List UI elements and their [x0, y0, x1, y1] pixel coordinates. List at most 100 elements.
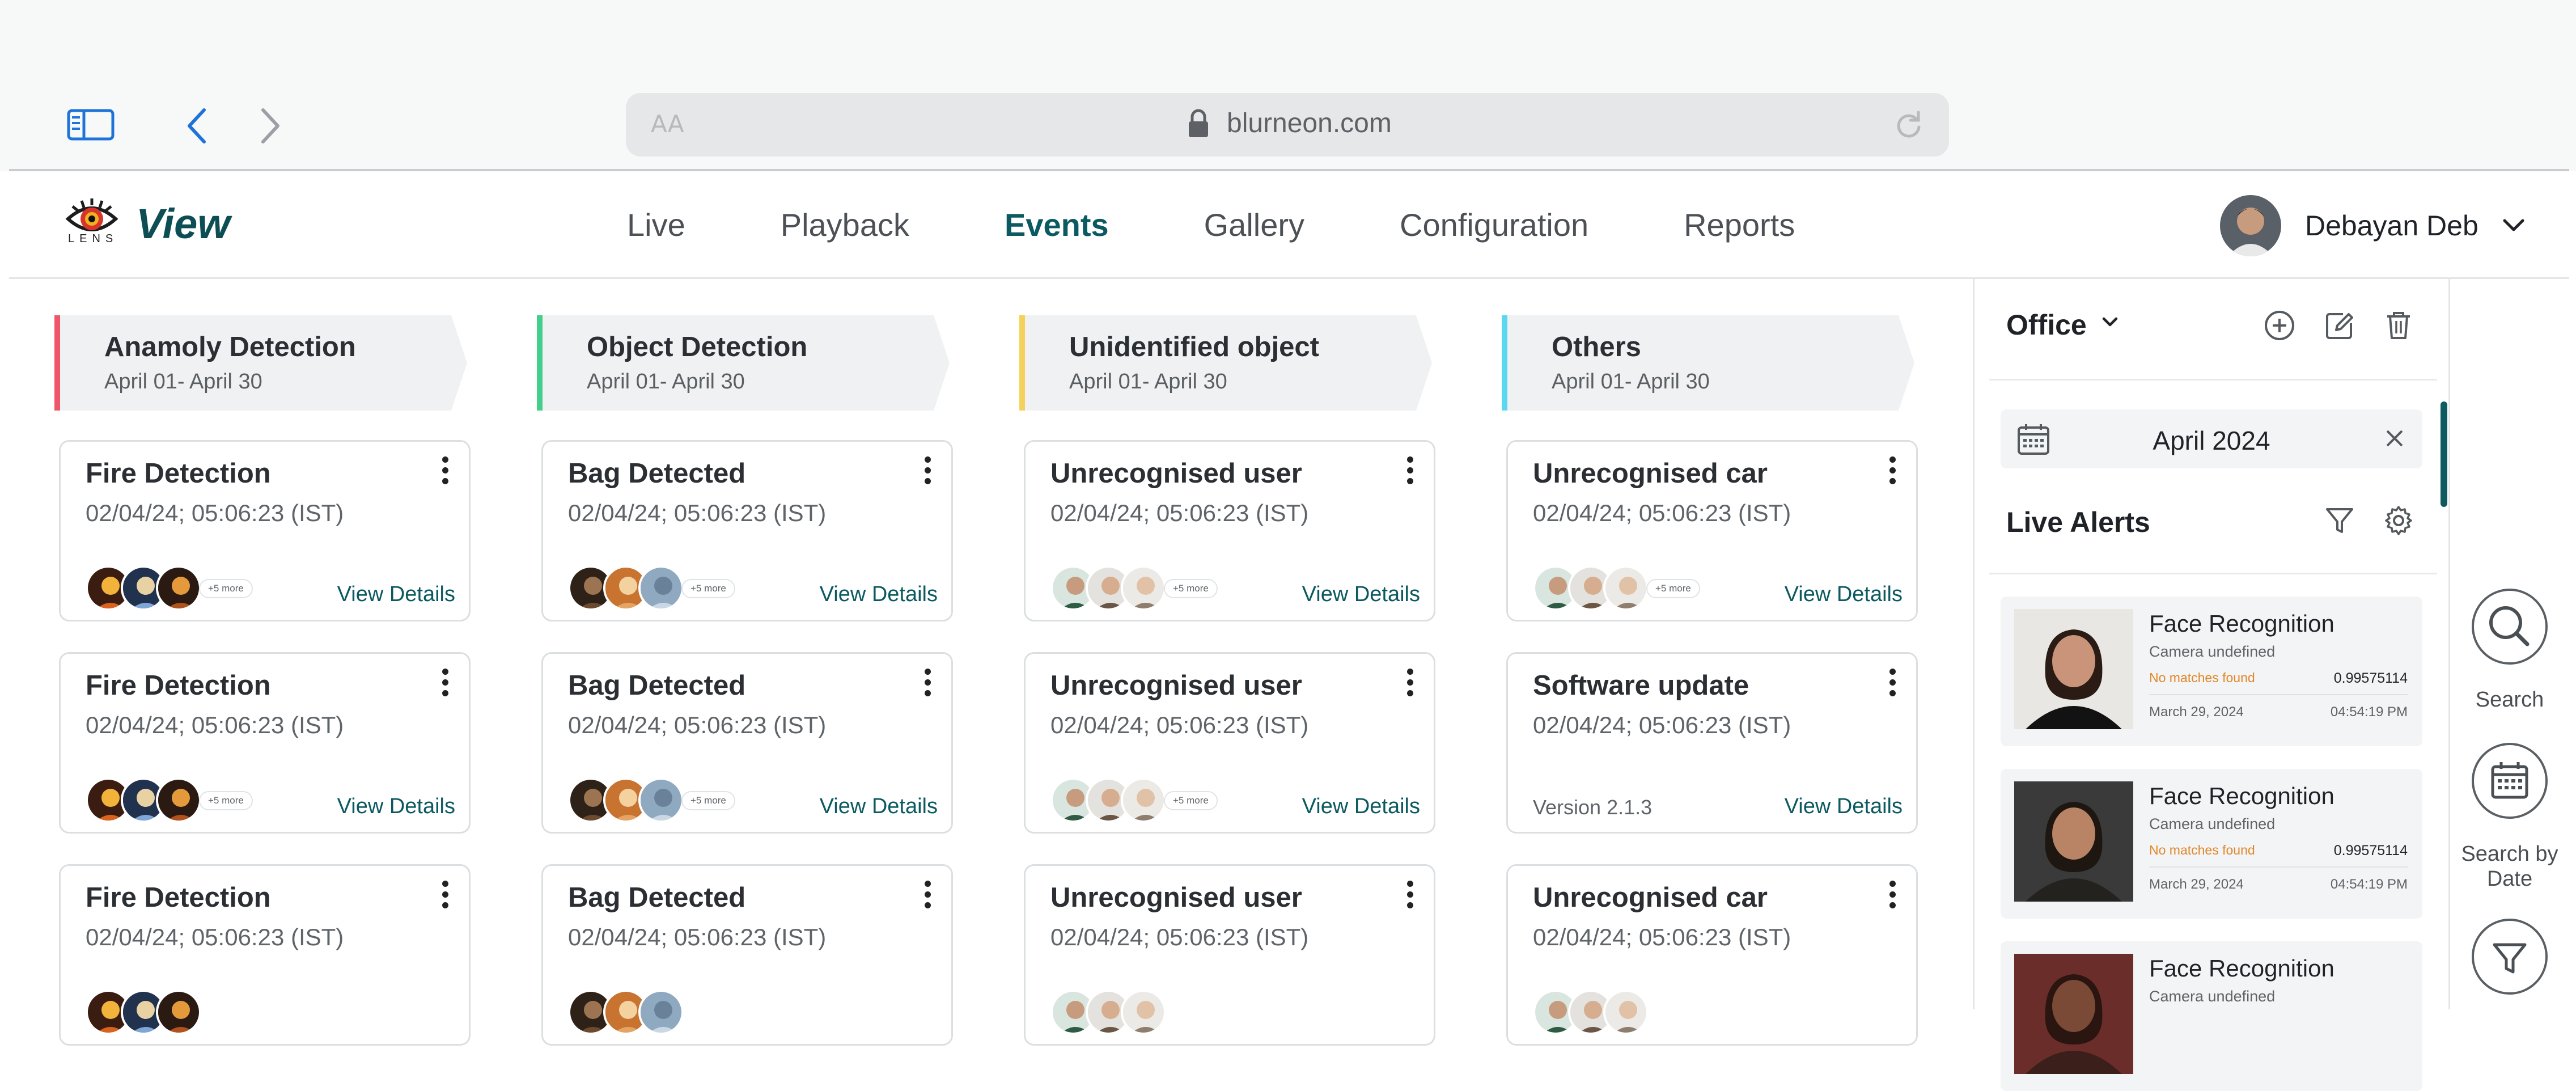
more-options-icon[interactable] — [1887, 881, 1898, 915]
filter-icon — [2493, 943, 2527, 974]
close-icon[interactable] — [2384, 428, 2405, 449]
filter-button[interactable] — [2472, 919, 2548, 995]
forward-icon[interactable] — [259, 108, 281, 144]
event-card[interactable]: Fire Detection 02/04/24; 05:06:23 (IST) … — [59, 440, 471, 621]
column-date-range: April 01- April 30 — [1552, 370, 1710, 394]
event-card[interactable]: Unrecognised user 02/04/24; 05:06:23 (IS… — [1024, 652, 1435, 834]
location-select[interactable]: Office — [2006, 308, 2087, 341]
more-options-icon[interactable] — [1887, 456, 1898, 490]
more-options-icon[interactable] — [922, 881, 933, 915]
event-card[interactable]: Bag Detected 02/04/24; 05:06:23 (IST) — [541, 864, 953, 1046]
view-details-link[interactable]: View Details — [1302, 794, 1420, 819]
more-options-icon[interactable] — [1404, 881, 1416, 915]
event-card[interactable]: Fire Detection 02/04/24; 05:06:23 (IST) — [59, 864, 471, 1046]
column-date-range: April 01- April 30 — [587, 370, 745, 394]
search-by-date-button[interactable] — [2472, 743, 2548, 819]
search-label: Search — [2475, 688, 2544, 712]
reload-icon[interactable] — [1895, 110, 1923, 139]
more-options-icon[interactable] — [1887, 669, 1898, 703]
event-thumbnail[interactable] — [1603, 565, 1649, 611]
view-details-link[interactable]: View Details — [820, 794, 938, 819]
event-card[interactable]: Fire Detection 02/04/24; 05:06:23 (IST) … — [59, 652, 471, 834]
more-options-icon[interactable] — [922, 669, 933, 703]
search-button[interactable] — [2472, 589, 2548, 665]
user-name[interactable]: Debayan Deb — [2305, 209, 2478, 242]
nav-playback[interactable]: Playback — [781, 206, 909, 243]
nav-live[interactable]: Live — [627, 206, 685, 243]
alert-card[interactable]: Face Recognition Camera undefined No mat… — [2001, 769, 2422, 919]
more-count-badge[interactable]: +5 more — [681, 791, 735, 810]
more-options-icon[interactable] — [439, 881, 451, 915]
more-options-icon[interactable] — [922, 456, 933, 490]
event-timestamp: 02/04/24; 05:06:23 (IST) — [86, 924, 344, 950]
more-options-icon[interactable] — [1404, 669, 1416, 703]
event-title: Unrecognised car — [1533, 458, 1768, 489]
live-alerts-title: Live Alerts — [2006, 506, 2150, 538]
more-count-badge[interactable]: +5 more — [1164, 579, 1218, 598]
back-icon[interactable] — [186, 108, 209, 144]
more-count-badge[interactable]: +5 more — [681, 579, 735, 598]
view-details-link[interactable]: View Details — [337, 794, 455, 819]
nav-gallery[interactable]: Gallery — [1204, 206, 1304, 243]
alert-card[interactable]: Face Recognition Camera undefined No mat… — [2001, 597, 2422, 746]
sidebar-icon[interactable] — [67, 109, 115, 141]
avatar[interactable] — [2220, 195, 2281, 256]
event-card[interactable]: Bag Detected 02/04/24; 05:06:23 (IST) +5… — [541, 652, 953, 834]
date-value[interactable]: April 2024 — [2001, 425, 2422, 456]
chevron-down-icon[interactable] — [2102, 316, 2119, 328]
alert-date: March 29, 2024 — [2149, 704, 2244, 720]
chevron-down-icon[interactable] — [2502, 218, 2525, 233]
more-count-badge[interactable]: +5 more — [199, 579, 253, 598]
view-details-link[interactable]: View Details — [337, 582, 455, 607]
view-details-link[interactable]: View Details — [1785, 794, 1903, 819]
more-count-badge[interactable]: +5 more — [199, 791, 253, 810]
column-header: Anamoly Detection April 01- April 30 — [54, 315, 467, 411]
more-options-icon[interactable] — [439, 669, 451, 703]
more-count-badge[interactable]: +5 more — [1164, 791, 1218, 810]
filter-icon[interactable] — [2323, 504, 2357, 538]
gear-icon[interactable] — [2382, 504, 2416, 538]
event-thumbnail[interactable] — [1121, 777, 1166, 823]
delete-icon[interactable] — [2382, 308, 2416, 342]
more-options-icon[interactable] — [1404, 456, 1416, 490]
alert-photo[interactable] — [2014, 609, 2133, 729]
add-icon[interactable] — [2263, 308, 2297, 342]
event-card[interactable]: Unrecognised car 02/04/24; 05:06:23 (IST… — [1506, 864, 1918, 1046]
event-thumbnail[interactable] — [156, 777, 201, 823]
alert-card[interactable]: Face Recognition Camera undefined — [2001, 941, 2422, 1091]
text-size-button[interactable]: AA — [651, 110, 684, 138]
match-score: 0.99575114 — [2333, 843, 2408, 859]
event-card[interactable]: Unrecognised car 02/04/24; 05:06:23 (IST… — [1506, 440, 1918, 621]
nav-reports[interactable]: Reports — [1684, 206, 1795, 243]
nav-events[interactable]: Events — [1005, 206, 1109, 243]
lock-icon — [1189, 109, 1208, 137]
event-thumbnail[interactable] — [1121, 989, 1166, 1035]
event-thumbnail[interactable] — [638, 989, 684, 1035]
address-bar[interactable]: AA blurneon.com — [626, 93, 1949, 157]
view-details-link[interactable]: View Details — [1302, 582, 1420, 607]
alert-photo[interactable] — [2014, 781, 2133, 902]
event-card[interactable]: Software update 02/04/24; 05:06:23 (IST)… — [1506, 652, 1918, 834]
search-by-date-label: Search by Date — [2461, 842, 2558, 891]
nav-configuration[interactable]: Configuration — [1400, 206, 1588, 243]
url-text[interactable]: blurneon.com — [1227, 108, 1392, 139]
alert-photo[interactable] — [2014, 954, 2133, 1074]
view-details-link[interactable]: View Details — [1785, 582, 1903, 607]
more-count-badge[interactable]: +5 more — [1646, 579, 1700, 598]
user-menu[interactable]: Debayan Deb — [2220, 195, 2525, 256]
event-card[interactable]: Unrecognised user 02/04/24; 05:06:23 (IS… — [1024, 864, 1435, 1046]
view-details-link[interactable]: View Details — [820, 582, 938, 607]
event-card[interactable]: Bag Detected 02/04/24; 05:06:23 (IST) +5… — [541, 440, 953, 621]
date-filter[interactable]: April 2024 — [2001, 409, 2422, 468]
event-thumbnail[interactable] — [638, 565, 684, 611]
event-thumbnail[interactable] — [1121, 565, 1166, 611]
edit-icon[interactable] — [2323, 308, 2357, 342]
event-thumbnail[interactable] — [1603, 989, 1649, 1035]
event-card[interactable]: Unrecognised user 02/04/24; 05:06:23 (IS… — [1024, 440, 1435, 621]
scrollbar-thumb[interactable] — [2441, 401, 2447, 507]
event-thumbnail[interactable] — [638, 777, 684, 823]
brand-name[interactable]: View — [136, 200, 230, 248]
event-thumbnail[interactable] — [156, 989, 201, 1035]
more-options-icon[interactable] — [439, 456, 451, 490]
event-thumbnail[interactable] — [156, 565, 201, 611]
